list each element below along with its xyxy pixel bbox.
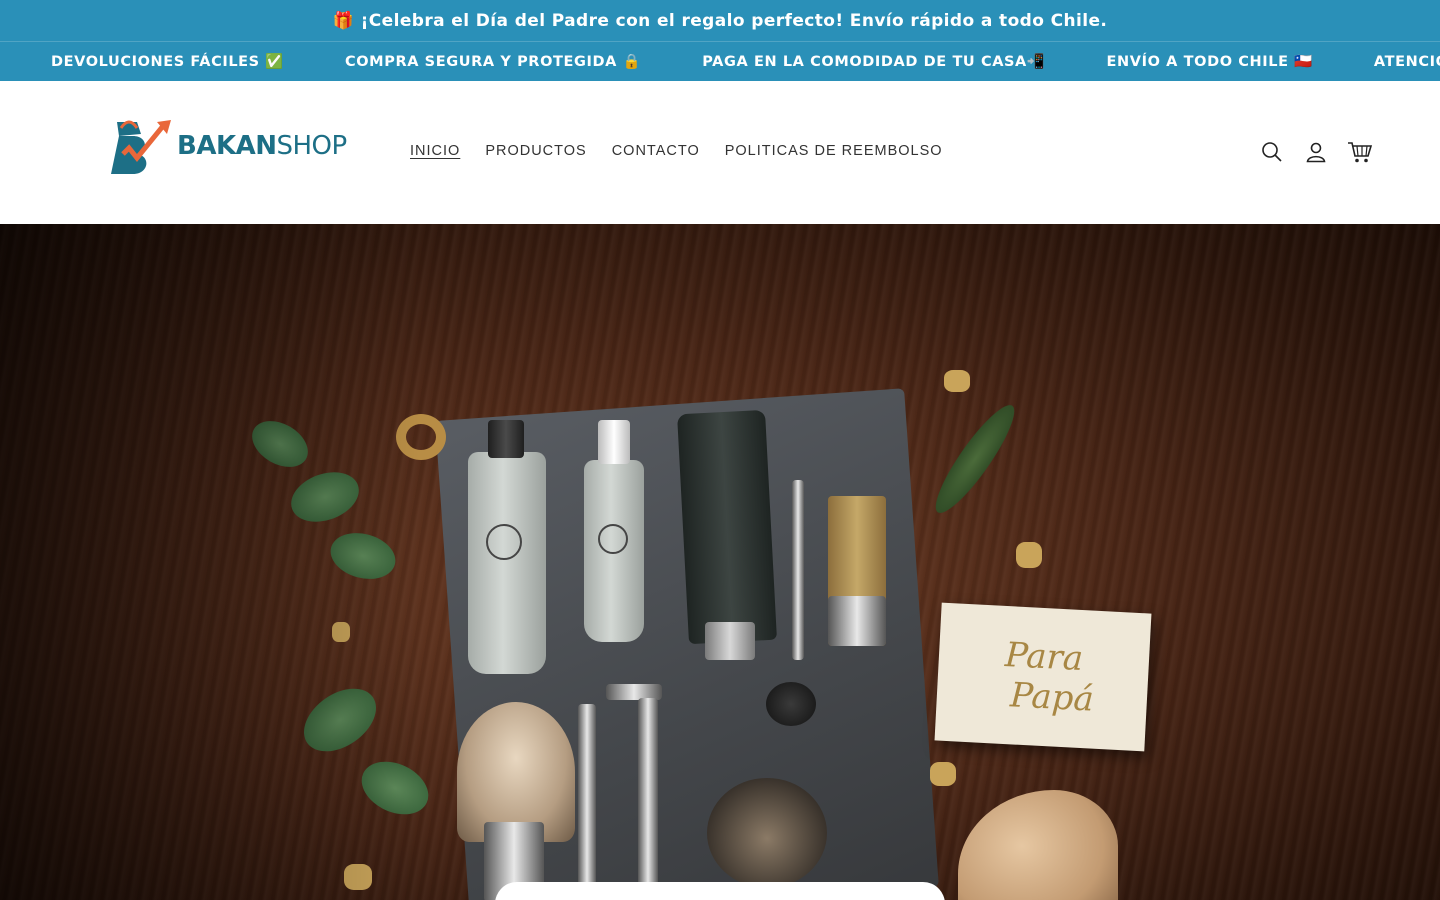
hero-content-panel [495, 882, 945, 900]
bottle-emblem [598, 524, 628, 554]
announcement-bar: 🎁 ¡Celebra el Día del Padre con el regal… [0, 0, 1440, 41]
small-balm-jar [766, 682, 816, 726]
marquee-item-pay-home: PAGA EN LA COMODIDAD DE TU CASA📲 [702, 54, 1046, 70]
steel-tool [792, 480, 804, 660]
logo-bold: BAKAN [177, 131, 277, 161]
shaving-brush [457, 702, 575, 842]
cork-bottle-base [828, 596, 886, 646]
gold-flake [944, 370, 970, 392]
site-logo[interactable]: BAKANSHOP [107, 114, 347, 178]
nav-productos[interactable]: PRODUCTOS [485, 143, 586, 159]
account-icon [1306, 142, 1326, 163]
hero-banner[interactable]: Para Papá [0, 224, 1440, 900]
site-header: BAKANSHOP INICIO PRODUCTOS CONTACTO POLI… [0, 81, 1440, 224]
cart-icon [1348, 142, 1373, 163]
safety-razor-handle [638, 698, 658, 898]
nav-contacto[interactable]: CONTACTO [612, 143, 700, 159]
gold-flake [930, 762, 956, 786]
account-button[interactable] [1302, 138, 1330, 166]
nav-inicio[interactable]: INICIO [410, 143, 460, 159]
pump-cap [598, 420, 630, 464]
marquee-item-returns: DEVOLUCIONES FÁCILES ✅ [51, 54, 285, 70]
marquee-item-attention: ATENCIÓN PERS [1373, 53, 1440, 70]
logo-wordmark: BAKANSHOP [177, 131, 347, 161]
search-icon [1262, 142, 1282, 162]
spray-bottle-large [468, 452, 546, 674]
logo-mark-icon [111, 120, 171, 174]
logo-light: SHOP [276, 131, 347, 161]
gold-flake [1016, 542, 1042, 568]
hero-vignette [0, 224, 420, 900]
razor-handle [578, 704, 596, 900]
shaving-cream-jar [707, 778, 827, 888]
gift-card-line1: Para [1003, 635, 1085, 680]
gift-card: Para Papá [934, 602, 1152, 752]
marquee-item-secure: COMPRA SEGURA Y PROTEGIDA 🔒 [345, 54, 642, 70]
gift-card-line2: Papá [1009, 675, 1095, 720]
marquee-item-shipping: ENVÍO A TODO CHILE 🇨🇱 [1106, 54, 1313, 70]
spray-bottle-cap [488, 420, 524, 458]
benefits-marquee: DEVOLUCIONES FÁCILES ✅ COMPRA SEGURA Y P… [0, 41, 1440, 81]
tube-cap [705, 622, 755, 660]
bottle-emblem [486, 524, 522, 560]
announcement-text: 🎁 ¡Celebra el Día del Padre con el regal… [332, 10, 1108, 31]
cream-tube [677, 409, 777, 645]
cart-button[interactable] [1346, 138, 1374, 166]
search-button[interactable] [1258, 138, 1286, 166]
main-nav: INICIO PRODUCTOS CONTACTO POLITICAS DE R… [410, 143, 968, 159]
nav-politicas-reembolso[interactable]: POLITICAS DE REEMBOLSO [725, 143, 943, 159]
